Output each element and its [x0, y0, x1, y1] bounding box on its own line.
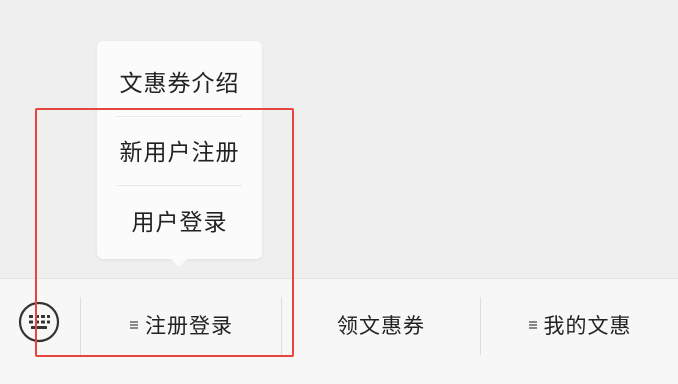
keyboard-icon: [18, 301, 60, 343]
bottom-menu-bar: 注册登录 领文惠券 我的文惠: [0, 278, 678, 384]
menu-tab-label: 注册登录: [145, 314, 233, 338]
list-icon: [129, 319, 139, 331]
list-icon: [528, 319, 538, 331]
submenu-item-label: 文惠券介绍: [119, 71, 240, 97]
menu-tab-register-login[interactable]: 注册登录: [81, 301, 281, 349]
menu-tab-label: 领文惠券: [337, 314, 425, 338]
submenu-popup: 文惠券介绍 新用户注册 用户登录: [97, 41, 262, 267]
submenu-item-label: 新用户注册: [119, 140, 240, 166]
menu-tab-my-account[interactable]: 我的文惠: [481, 301, 678, 349]
chat-screen: 文惠券介绍 新用户注册 用户登录 注册登录 领文惠券 我的文惠: [0, 0, 678, 384]
submenu-item-label: 用户登录: [131, 210, 228, 236]
keyboard-toggle-button[interactable]: [18, 301, 60, 343]
menu-tab-label: 我的文惠: [543, 314, 632, 338]
submenu-item-user-login[interactable]: 用户登录: [97, 186, 262, 254]
submenu-item-new-user-register[interactable]: 新用户注册: [97, 116, 262, 184]
submenu-item-coupon-intro[interactable]: 文惠券介绍: [97, 47, 262, 115]
menu-tab-get-coupon[interactable]: 领文惠券: [282, 301, 480, 349]
